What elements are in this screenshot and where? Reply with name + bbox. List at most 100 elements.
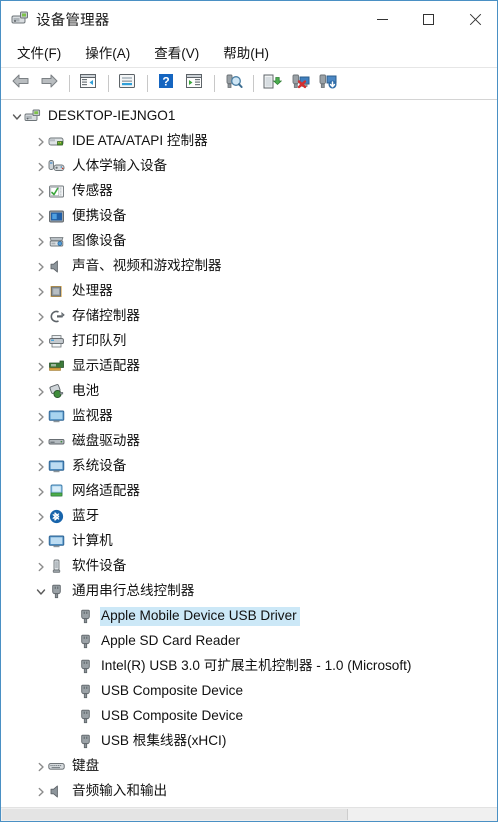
toolbar-separator bbox=[108, 75, 109, 92]
tree-item-label: 通用串行总线控制器 bbox=[72, 583, 195, 599]
tree-item-label: USB 根集线器(xHCI) bbox=[101, 733, 227, 749]
show-hide-console-tree-button[interactable] bbox=[75, 71, 101, 96]
minimize-icon bbox=[376, 18, 388, 20]
help-button[interactable]: ? bbox=[153, 71, 179, 96]
portable-device-icon bbox=[48, 208, 65, 225]
chevron-down-icon[interactable] bbox=[9, 104, 24, 129]
chevron-right-icon[interactable] bbox=[33, 329, 48, 354]
update-driver-button[interactable] bbox=[259, 71, 285, 96]
chevron-right-icon[interactable] bbox=[33, 479, 48, 504]
back-button[interactable] bbox=[8, 71, 34, 96]
tree-item-processor[interactable]: 处理器 bbox=[1, 279, 497, 304]
chevron-right-icon[interactable] bbox=[33, 454, 48, 479]
menu-help[interactable]: 帮助(H) bbox=[217, 39, 280, 65]
tree-root-row[interactable]: DESKTOP-IEJNGO1 bbox=[1, 104, 497, 129]
display-adapter-icon bbox=[48, 358, 65, 375]
chevron-right-icon[interactable] bbox=[33, 179, 48, 204]
close-icon bbox=[468, 13, 481, 26]
toolbar-separator bbox=[214, 75, 215, 92]
tree-item-usb-root-hub-xhci[interactable]: USB 根集线器(xHCI) bbox=[1, 729, 497, 754]
chevron-right-icon[interactable] bbox=[33, 779, 48, 804]
uninstall-device-button[interactable] bbox=[315, 71, 341, 96]
minimize-button[interactable] bbox=[359, 1, 405, 37]
chevron-right-icon[interactable] bbox=[33, 379, 48, 404]
tree-item-usb-composite-device-2[interactable]: USB Composite Device bbox=[1, 704, 497, 729]
tree-item-usb-composite-device-1[interactable]: USB Composite Device bbox=[1, 679, 497, 704]
chevron-right-icon[interactable] bbox=[33, 204, 48, 229]
tree-item-display-adapter[interactable]: 显示适配器 bbox=[1, 354, 497, 379]
horizontal-scrollbar-thumb[interactable] bbox=[2, 809, 348, 820]
tree-item-bluetooth[interactable]: 蓝牙 bbox=[1, 504, 497, 529]
close-button[interactable] bbox=[451, 1, 497, 37]
tree-item-label: 人体学输入设备 bbox=[72, 158, 168, 174]
tree-item-sound-video-game[interactable]: 声音、视频和游戏控制器 bbox=[1, 254, 497, 279]
tree-item-audio-io[interactable]: 音频输入和输出 bbox=[1, 779, 497, 804]
chevron-right-icon[interactable] bbox=[33, 229, 48, 254]
menu-file[interactable]: 文件(F) bbox=[11, 39, 72, 65]
menu-view[interactable]: 查看(V) bbox=[148, 39, 210, 65]
chevron-right-icon[interactable] bbox=[33, 154, 48, 179]
tree-item-apple-sd-card-reader[interactable]: Apple SD Card Reader bbox=[1, 629, 497, 654]
usb-device-icon bbox=[77, 708, 94, 725]
chevron-right-icon[interactable] bbox=[33, 354, 48, 379]
tree-item-battery[interactable]: 电池 bbox=[1, 379, 497, 404]
tree-item-label: 系统设备 bbox=[72, 458, 127, 474]
tree-item-label: 磁盘驱动器 bbox=[72, 433, 140, 449]
tree-item-apple-mobile-device-usb-driver[interactable]: Apple Mobile Device USB Driver bbox=[1, 604, 497, 629]
tree-item-disk-drive[interactable]: 磁盘驱动器 bbox=[1, 429, 497, 454]
chevron-right-icon[interactable] bbox=[33, 504, 48, 529]
tree-item-portable-device[interactable]: 便携设备 bbox=[1, 204, 497, 229]
console-tree-alt-button[interactable] bbox=[181, 71, 207, 96]
battery-icon bbox=[48, 383, 65, 400]
tree-item-label: 图像设备 bbox=[72, 233, 127, 249]
tree-item-system-device[interactable]: 系统设备 bbox=[1, 454, 497, 479]
tree-item-network-adapter[interactable]: 网络适配器 bbox=[1, 479, 497, 504]
print-queue-icon bbox=[48, 333, 65, 350]
chevron-right-icon[interactable] bbox=[33, 254, 48, 279]
tree-item-ide-controller[interactable]: IDE ATA/ATAPI 控制器 bbox=[1, 129, 497, 154]
properties-button[interactable] bbox=[114, 71, 140, 96]
scan-hardware-changes-button[interactable] bbox=[220, 71, 246, 96]
chevron-right-icon[interactable] bbox=[33, 279, 48, 304]
tree-item-computer[interactable]: 计算机 bbox=[1, 529, 497, 554]
tree-item-software-device[interactable]: 软件设备 bbox=[1, 554, 497, 579]
imaging-device-icon bbox=[48, 233, 65, 250]
tree-item-label: 音频输入和输出 bbox=[72, 783, 168, 799]
forward-arrow-icon bbox=[39, 73, 59, 94]
tree-item-sensor[interactable]: 传感器 bbox=[1, 179, 497, 204]
menu-action[interactable]: 操作(A) bbox=[79, 39, 141, 65]
tree-item-label: 便携设备 bbox=[72, 208, 127, 224]
tree-item-label: 软件设备 bbox=[72, 558, 127, 574]
processor-icon bbox=[48, 283, 65, 300]
properties-icon bbox=[118, 73, 136, 94]
maximize-button[interactable] bbox=[405, 1, 451, 37]
menu-bar: 文件(F) 操作(A) 查看(V) 帮助(H) bbox=[1, 37, 497, 68]
computer-node-icon bbox=[48, 533, 65, 550]
tree-item-label: 声音、视频和游戏控制器 bbox=[72, 258, 222, 274]
tree-item-hid-device[interactable]: 人体学输入设备 bbox=[1, 154, 497, 179]
chevron-right-icon[interactable] bbox=[33, 754, 48, 779]
device-tree[interactable]: DESKTOP-IEJNGO1 IDE ATA/ATAPI 控制器 人体学输入设… bbox=[1, 100, 497, 807]
tree-item-imaging-device[interactable]: 图像设备 bbox=[1, 229, 497, 254]
tree-item-monitor[interactable]: 监视器 bbox=[1, 404, 497, 429]
horizontal-scrollbar[interactable] bbox=[1, 807, 497, 821]
help-icon: ? bbox=[157, 73, 175, 94]
disable-device-button[interactable] bbox=[287, 71, 313, 96]
tree-item-storage-controller[interactable]: 存储控制器 bbox=[1, 304, 497, 329]
toolbar-separator bbox=[69, 75, 70, 92]
chevron-right-icon[interactable] bbox=[33, 554, 48, 579]
tree-item-keyboard[interactable]: 键盘 bbox=[1, 754, 497, 779]
tree-item-usb-controller[interactable]: 通用串行总线控制器 bbox=[1, 579, 497, 604]
tree-item-intel-usb-xhci-controller[interactable]: Intel(R) USB 3.0 可扩展主机控制器 - 1.0 (Microso… bbox=[1, 654, 497, 679]
tree-item-print-queue[interactable]: 打印队列 bbox=[1, 329, 497, 354]
chevron-right-icon[interactable] bbox=[33, 304, 48, 329]
show-hide-console-tree-icon bbox=[185, 73, 203, 94]
chevron-right-icon[interactable] bbox=[33, 129, 48, 154]
chevron-right-icon[interactable] bbox=[33, 529, 48, 554]
tree-item-label: 网络适配器 bbox=[72, 483, 140, 499]
forward-button[interactable] bbox=[36, 71, 62, 96]
show-hide-console-tree-icon bbox=[79, 73, 97, 94]
chevron-right-icon[interactable] bbox=[33, 429, 48, 454]
chevron-right-icon[interactable] bbox=[33, 404, 48, 429]
chevron-down-icon[interactable] bbox=[33, 579, 48, 604]
